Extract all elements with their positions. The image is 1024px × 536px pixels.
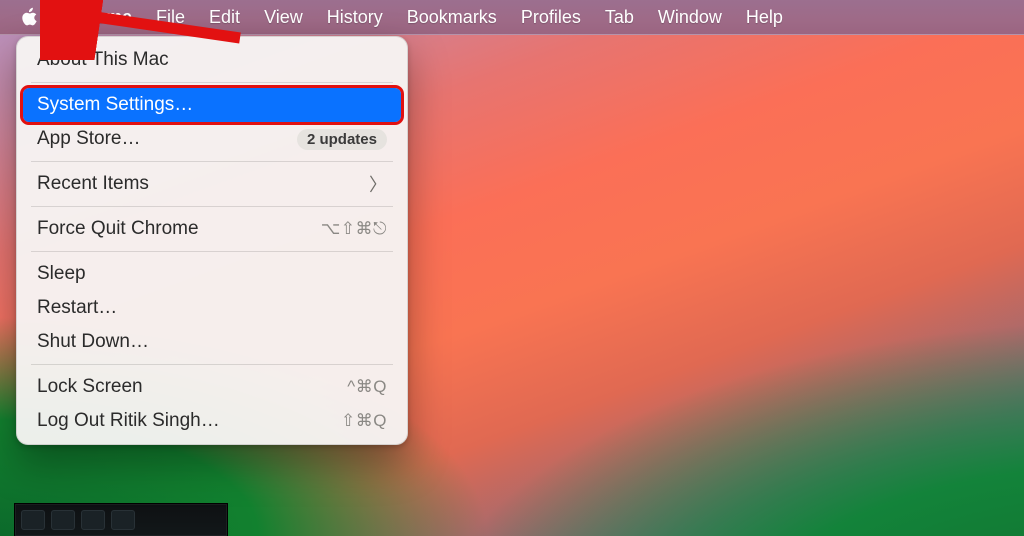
menu-separator	[31, 82, 393, 83]
apple-menu-dropdown: About This Mac System Settings… App Stor…	[16, 36, 408, 445]
menubar-item-window[interactable]: Window	[646, 0, 734, 34]
chevron-right-icon: 〉	[369, 171, 387, 197]
menu-item-label: Force Quit Chrome	[37, 218, 199, 240]
menu-item-label: Sleep	[37, 263, 86, 285]
menu-item-shut-down[interactable]: Shut Down…	[23, 325, 401, 359]
menu-item-label: Log Out Ritik Singh…	[37, 410, 220, 432]
menu-item-restart[interactable]: Restart…	[23, 291, 401, 325]
menu-item-recent-items[interactable]: Recent Items 〉	[23, 167, 401, 201]
window-thumbnail	[14, 503, 228, 536]
menu-item-shortcut: ⌥⇧⌘⎋	[321, 219, 387, 239]
menubar-item-help[interactable]: Help	[734, 0, 795, 34]
updates-badge: 2 updates	[297, 129, 387, 150]
menubar-item-view[interactable]: View	[252, 0, 315, 34]
apple-logo-icon	[19, 6, 39, 28]
menu-separator	[31, 206, 393, 207]
menu-item-about-this-mac[interactable]: About This Mac	[23, 43, 401, 77]
menubar-item-file[interactable]: File	[144, 0, 197, 34]
menu-item-label: Recent Items	[37, 173, 149, 195]
menu-item-label: About This Mac	[37, 49, 169, 71]
menubar-app-name[interactable]: Chrome	[52, 0, 144, 34]
menubar-item-bookmarks[interactable]: Bookmarks	[395, 0, 509, 34]
menu-separator	[31, 161, 393, 162]
menu-item-label: Lock Screen	[37, 376, 143, 398]
menu-item-force-quit[interactable]: Force Quit Chrome ⌥⇧⌘⎋	[23, 212, 401, 246]
thumb-slot	[21, 510, 45, 530]
menu-item-label: Shut Down…	[37, 331, 149, 353]
menu-item-sleep[interactable]: Sleep	[23, 257, 401, 291]
menu-item-label: Restart…	[37, 297, 117, 319]
menu-item-app-store[interactable]: App Store… 2 updates	[23, 122, 401, 156]
menubar-item-profiles[interactable]: Profiles	[509, 0, 593, 34]
apple-menu-button[interactable]	[6, 0, 52, 34]
menu-separator	[31, 251, 393, 252]
menu-separator	[31, 364, 393, 365]
thumb-slot	[51, 510, 75, 530]
menubar-item-history[interactable]: History	[315, 0, 395, 34]
menu-item-lock-screen[interactable]: Lock Screen ^⌘Q	[23, 370, 401, 404]
thumb-slot	[81, 510, 105, 530]
menu-item-shortcut: ^⌘Q	[347, 377, 387, 397]
thumb-slot	[111, 510, 135, 530]
menubar-item-edit[interactable]: Edit	[197, 0, 252, 34]
menu-item-system-settings[interactable]: System Settings…	[23, 88, 401, 122]
menu-item-label: App Store…	[37, 128, 141, 150]
menubar-item-tab[interactable]: Tab	[593, 0, 646, 34]
menu-item-log-out[interactable]: Log Out Ritik Singh… ⇧⌘Q	[23, 404, 401, 438]
menu-item-label: System Settings…	[37, 94, 193, 116]
menu-item-shortcut: ⇧⌘Q	[341, 411, 387, 431]
menubar: Chrome File Edit View History Bookmarks …	[0, 0, 1024, 35]
